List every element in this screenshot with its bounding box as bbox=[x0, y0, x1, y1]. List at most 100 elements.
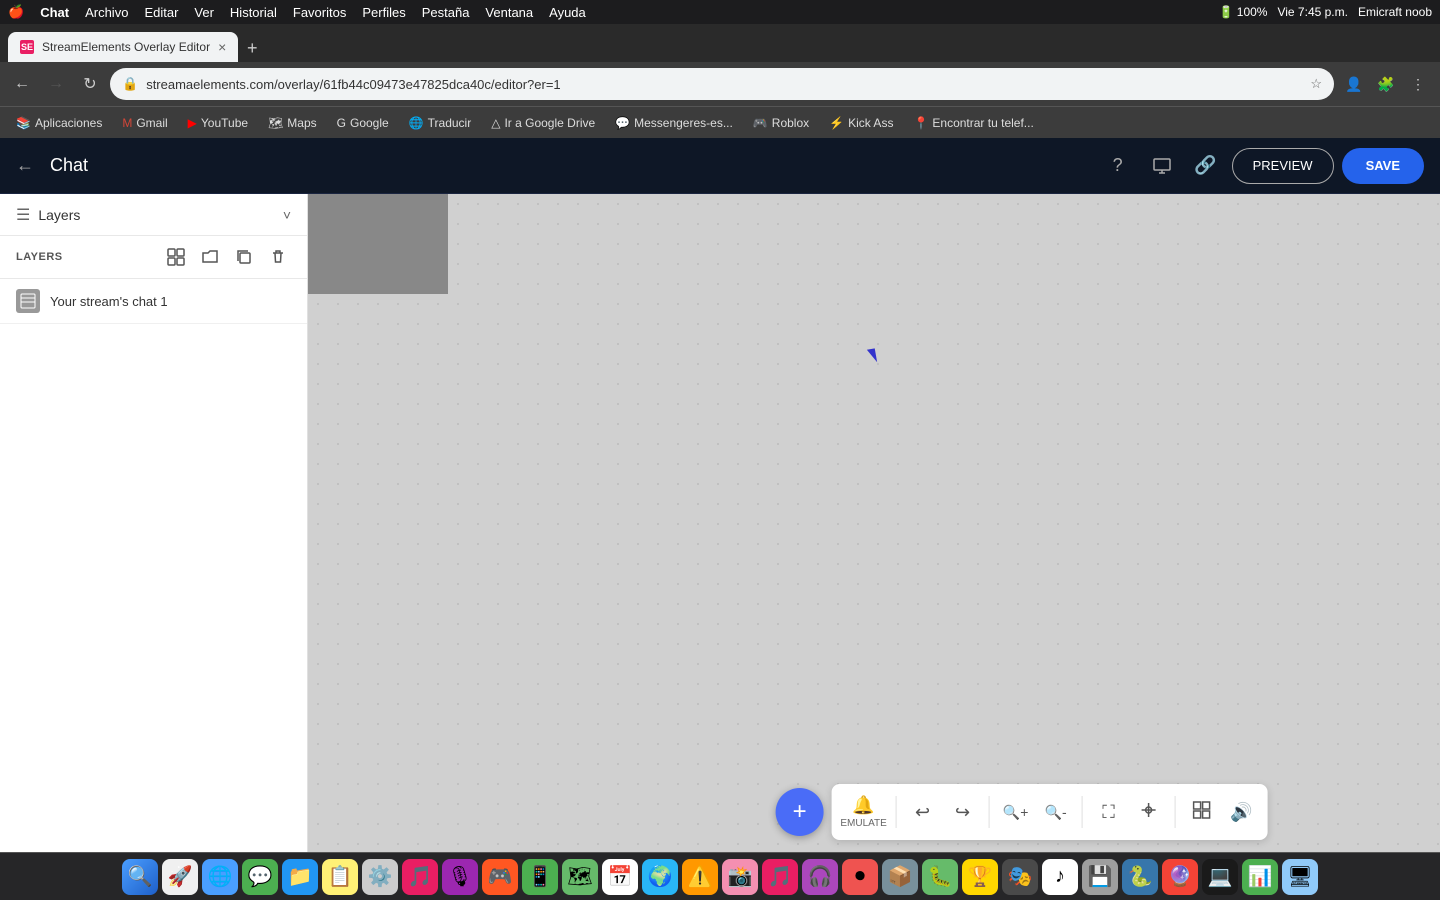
bookmark-maps[interactable]: 🗺 Maps bbox=[260, 111, 325, 135]
tab-bar: SE StreamElements Overlay Editor × + bbox=[0, 24, 1440, 62]
menu-pestana[interactable]: Pestaña bbox=[422, 5, 470, 20]
bookmark-roblox[interactable]: 🎮 Roblox bbox=[745, 111, 817, 135]
chrome-menu-btn[interactable]: ⋮ bbox=[1404, 70, 1432, 98]
grid-btn[interactable] bbox=[1184, 788, 1220, 836]
bookmark-traducir[interactable]: 🌐 Traducir bbox=[401, 111, 480, 135]
dock-maps[interactable]: 🗺 bbox=[562, 859, 598, 895]
menu-ventana[interactable]: Ventana bbox=[485, 5, 533, 20]
add-element-btn[interactable]: + bbox=[776, 788, 824, 836]
menu-editar[interactable]: Editar bbox=[144, 5, 178, 20]
redo-btn[interactable]: ↪ bbox=[945, 788, 981, 836]
youtube-icon: ▶ bbox=[188, 116, 197, 130]
zoom-in-icon: 🔍+ bbox=[1003, 804, 1029, 821]
layer-item[interactable]: Your stream's chat 1 bbox=[0, 279, 307, 324]
fit-screen-btn[interactable]: ⛶ bbox=[1091, 788, 1127, 836]
forward-nav-btn[interactable]: → bbox=[42, 70, 70, 98]
sound-btn[interactable]: 🔊 bbox=[1224, 788, 1260, 836]
dock-gem[interactable]: 🔮 bbox=[1162, 859, 1198, 895]
extensions-btn[interactable]: 🧩 bbox=[1372, 70, 1400, 98]
dock-bug[interactable]: 🐛 bbox=[922, 859, 958, 895]
mac-menubar: 🍎 Chat Archivo Editar Ver Historial Favo… bbox=[0, 0, 1440, 24]
dock-finder[interactable]: 🔍 bbox=[122, 859, 158, 895]
back-nav-btn[interactable]: ← bbox=[8, 70, 36, 98]
toolbar-panel: 🔔 EMULATE ↩ ↪ 🔍+ bbox=[832, 784, 1268, 840]
menu-perfiles[interactable]: Perfiles bbox=[362, 5, 405, 20]
translate-icon: 🌐 bbox=[409, 116, 424, 130]
bookmark-label: Roblox bbox=[772, 116, 809, 130]
apple-menu[interactable]: 🍎 bbox=[8, 4, 24, 20]
link-btn[interactable]: 🔗 bbox=[1188, 148, 1224, 184]
bookmark-messenger[interactable]: 💬 Messengeres-es... bbox=[607, 111, 741, 135]
dock-launchpad[interactable]: 🚀 bbox=[162, 859, 198, 895]
menu-archivo[interactable]: Archivo bbox=[85, 5, 128, 20]
dock-calendar[interactable]: 📅 bbox=[602, 859, 638, 895]
help-btn[interactable]: ? bbox=[1100, 148, 1136, 184]
dock-disk[interactable]: 💾 bbox=[1082, 859, 1118, 895]
dock-headphones[interactable]: 🎧 bbox=[802, 859, 838, 895]
dock-phone[interactable]: 📱 bbox=[522, 859, 558, 895]
dock-itunes[interactable]: 🎵 bbox=[762, 859, 798, 895]
folder-btn[interactable] bbox=[197, 244, 223, 270]
profile-btn[interactable]: 👤 bbox=[1340, 70, 1368, 98]
dock-settings[interactable]: ⚙️ bbox=[362, 859, 398, 895]
bookmark-google[interactable]: G Google bbox=[329, 111, 397, 135]
zoom-in-btn[interactable]: 🔍+ bbox=[998, 788, 1034, 836]
dock-messages[interactable]: 💬 bbox=[242, 859, 278, 895]
dock-game[interactable]: 🎮 bbox=[482, 859, 518, 895]
plus-icon: + bbox=[793, 798, 807, 826]
dock-alert[interactable]: ⚠️ bbox=[682, 859, 718, 895]
address-bar[interactable]: 🔒 streamaelements.com/overlay/61fb44c094… bbox=[110, 68, 1334, 100]
dock-trophy[interactable]: 🏆 bbox=[962, 859, 998, 895]
menubar-right: 🔋 100% Vie 7:45 p.m. Emicraft noob bbox=[1219, 5, 1433, 19]
bookmark-aplicaciones[interactable]: 📚 Aplicaciones bbox=[8, 111, 110, 135]
display-btn[interactable] bbox=[1144, 148, 1180, 184]
delete-layer-btn[interactable] bbox=[265, 244, 291, 270]
new-tab-btn[interactable]: + bbox=[238, 34, 266, 62]
bookmark-kickass[interactable]: ⚡ Kick Ass bbox=[821, 111, 901, 135]
dock-terminal[interactable]: 💻 bbox=[1202, 859, 1238, 895]
save-button[interactable]: SAVE bbox=[1342, 148, 1424, 184]
menu-ayuda[interactable]: Ayuda bbox=[549, 5, 586, 20]
copy-layer-btn[interactable] bbox=[231, 244, 257, 270]
dock-note[interactable]: ♪ bbox=[1042, 859, 1078, 895]
bookmark-label: Google bbox=[350, 116, 389, 130]
app-back-btn[interactable]: ← bbox=[16, 155, 34, 176]
bookmark-youtube[interactable]: ▶ YouTube bbox=[180, 111, 256, 135]
menu-historial[interactable]: Historial bbox=[230, 5, 277, 20]
canvas-area[interactable]: + 🔔 EMULATE ↩ ↪ bbox=[308, 194, 1440, 852]
menu-ver[interactable]: Ver bbox=[194, 5, 214, 20]
dock-monitor[interactable]: 🖥 bbox=[1282, 859, 1318, 895]
dock-box[interactable]: 📦 bbox=[882, 859, 918, 895]
dock-record[interactable]: ⏺ bbox=[842, 859, 878, 895]
find-icon: 📍 bbox=[913, 116, 928, 130]
layers-section-header[interactable]: ☰ Layers ˅ bbox=[0, 194, 307, 236]
app-name-menu[interactable]: Chat bbox=[40, 5, 69, 20]
dock-theater[interactable]: 🎭 bbox=[1002, 859, 1038, 895]
dock-python[interactable]: 🐍 bbox=[1122, 859, 1158, 895]
undo-btn[interactable]: ↩ bbox=[905, 788, 941, 836]
roblox-icon: 🎮 bbox=[753, 116, 768, 130]
reload-btn[interactable]: ↻ bbox=[76, 70, 104, 98]
dock-browser[interactable]: 🌐 bbox=[202, 859, 238, 895]
dock-files[interactable]: 📁 bbox=[282, 859, 318, 895]
time-display: 🔋 100% Vie 7:45 p.m. Emicraft noob bbox=[1219, 5, 1433, 19]
dock-music[interactable]: 🎵 bbox=[402, 859, 438, 895]
menu-favoritos[interactable]: Favoritos bbox=[293, 5, 346, 20]
emulate-btn[interactable]: 🔔 EMULATE bbox=[840, 788, 888, 836]
dock-photos[interactable]: 📸 bbox=[722, 859, 758, 895]
dock-spreadsheet[interactable]: 📊 bbox=[1242, 859, 1278, 895]
chevron-down-icon: ˅ bbox=[283, 207, 291, 223]
bookmark-encontrar[interactable]: 📍 Encontrar tu telef... bbox=[905, 111, 1041, 135]
dock-podcast[interactable]: 🎙 bbox=[442, 859, 478, 895]
bookmark-gmail[interactable]: M Gmail bbox=[114, 111, 175, 135]
zoom-out-btn[interactable]: 🔍- bbox=[1038, 788, 1074, 836]
preview-button[interactable]: PREVIEW bbox=[1232, 148, 1334, 184]
dock-earth[interactable]: 🌍 bbox=[642, 859, 678, 895]
center-btn[interactable] bbox=[1131, 788, 1167, 836]
bookmark-drive[interactable]: △ Ir a Google Drive bbox=[483, 111, 603, 135]
star-icon[interactable]: ☆ bbox=[1310, 76, 1322, 92]
active-tab[interactable]: SE StreamElements Overlay Editor × bbox=[8, 32, 238, 62]
dock-notes[interactable]: 📋 bbox=[322, 859, 358, 895]
tab-close-btn[interactable]: × bbox=[218, 39, 226, 55]
group-layers-btn[interactable] bbox=[163, 244, 189, 270]
